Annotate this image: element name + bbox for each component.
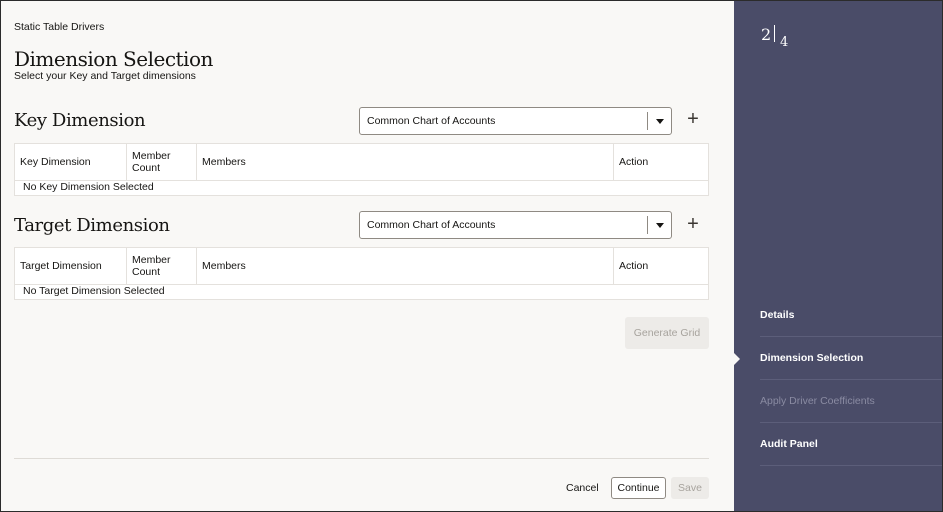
triangle-pointer-icon [734,353,740,365]
save-button[interactable]: Save [671,477,709,499]
footer-divider [14,458,709,459]
column-header: Key Dimension [15,144,127,180]
plus-icon[interactable]: + [684,214,702,234]
step-dimension-selection[interactable]: Dimension Selection [760,337,942,380]
chevron-down-icon[interactable] [648,222,671,228]
wizard-window: Static Table Drivers Dimension Selection… [0,0,943,512]
step-audit-panel[interactable]: Audit Panel [760,423,942,466]
step-separator [774,25,775,42]
main-panel: Static Table Drivers Dimension Selection… [1,1,734,511]
cancel-button[interactable]: Cancel [566,477,599,499]
target-dimension-select-value: Common Chart of Accounts [367,219,496,231]
column-header: Action [619,156,649,168]
key-dimension-table: Key Dimension Member Count Members Actio… [14,143,709,196]
plus-icon[interactable]: + [684,109,702,129]
step-details[interactable]: Details [760,294,942,337]
breadcrumb: Static Table Drivers [14,21,105,33]
column-header: Target Dimension [15,248,127,284]
target-dimension-select[interactable]: Common Chart of Accounts [359,211,672,239]
target-dimension-title: Target Dimension [14,215,170,236]
empty-table-message: No Target Dimension Selected [23,285,165,297]
key-dimension-select-value: Common Chart of Accounts [367,115,496,127]
step-apply-driver-coefficients: Apply Driver Coefficients [760,380,942,423]
key-dimension-title: Key Dimension [14,110,146,131]
wizard-stepper: 2 4 Details Dimension Selection Apply Dr… [734,1,942,511]
total-steps-number: 4 [780,35,789,50]
column-header: Members [197,248,614,284]
table-header: Target Dimension Member Count Members Ac… [15,248,708,285]
chevron-down-icon[interactable] [648,118,671,124]
key-dimension-select[interactable]: Common Chart of Accounts [359,107,672,135]
generate-grid-button[interactable]: Generate Grid [625,317,709,349]
page-subtitle: Select your Key and Target dimensions [14,70,196,82]
column-header: Member Count [127,248,197,284]
column-header: Members [197,144,614,180]
empty-table-message: No Key Dimension Selected [23,181,154,193]
continue-button[interactable]: Continue [611,477,666,499]
column-header: Action [619,260,649,272]
page-title: Dimension Selection [14,47,213,71]
table-header: Key Dimension Member Count Members Actio… [15,144,708,181]
current-step-number: 2 [761,25,772,44]
target-dimension-table: Target Dimension Member Count Members Ac… [14,247,709,300]
column-header: Member Count [127,144,197,180]
